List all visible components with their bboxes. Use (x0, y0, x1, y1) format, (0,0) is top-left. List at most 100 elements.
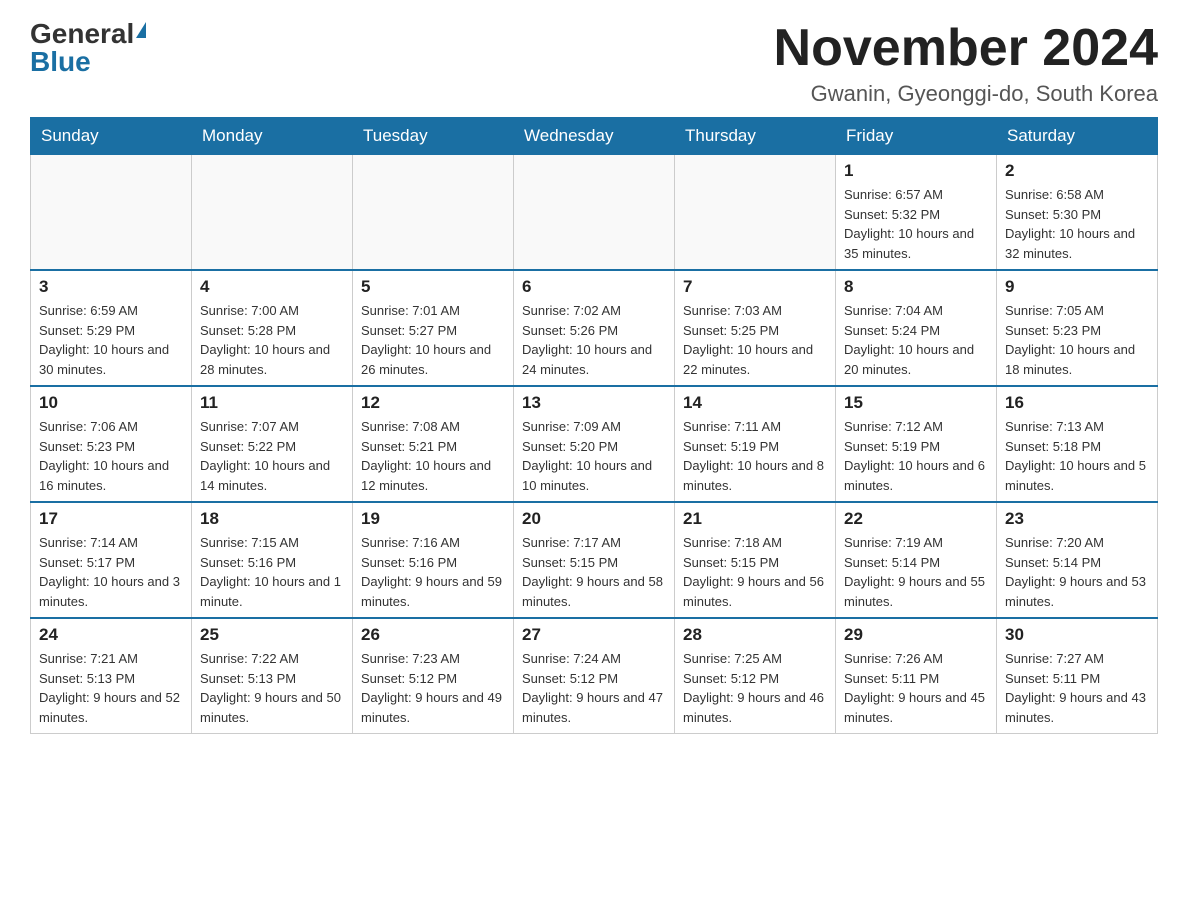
day-number: 26 (361, 625, 505, 645)
calendar-cell (675, 155, 836, 271)
day-number: 8 (844, 277, 988, 297)
calendar-cell: 24Sunrise: 7:21 AMSunset: 5:13 PMDayligh… (31, 618, 192, 734)
day-info: Sunrise: 7:20 AMSunset: 5:14 PMDaylight:… (1005, 533, 1149, 611)
calendar-cell: 18 Sunrise: 7:15 AMSunset: 5:16 PMDayligh… (192, 502, 353, 618)
day-number: 29 (844, 625, 988, 645)
day-number: 20 (522, 509, 666, 529)
calendar-cell (192, 155, 353, 271)
day-info: Sunrise: 6:57 AMSunset: 5:32 PMDaylight:… (844, 185, 988, 263)
logo-general-text: General (30, 20, 134, 48)
day-number: 30 (1005, 625, 1149, 645)
weekday-header-monday: Monday (192, 118, 353, 155)
day-number: 13 (522, 393, 666, 413)
calendar-cell: 29 Sunrise: 7:26 AMSunset: 5:11 PMDayligh… (836, 618, 997, 734)
day-number: 12 (361, 393, 505, 413)
day-number: 10 (39, 393, 183, 413)
calendar-week-row: 10Sunrise: 7:06 AMSunset: 5:23 PMDayligh… (31, 386, 1158, 502)
day-number: 17 (39, 509, 183, 529)
calendar-cell: 20 Sunrise: 7:17 AMSunset: 5:15 PMDayligh… (514, 502, 675, 618)
calendar-cell: 9 Sunrise: 7:05 AMSunset: 5:23 PMDaylight… (997, 270, 1158, 386)
day-info: Sunrise: 6:59 AMSunset: 5:29 PMDaylight:… (39, 301, 183, 379)
calendar-week-row: 3 Sunrise: 6:59 AMSunset: 5:29 PMDaylight… (31, 270, 1158, 386)
day-number: 6 (522, 277, 666, 297)
weekday-header-row: SundayMondayTuesdayWednesdayThursdayFrid… (31, 118, 1158, 155)
calendar-cell: 22Sunrise: 7:19 AMSunset: 5:14 PMDayligh… (836, 502, 997, 618)
day-number: 25 (200, 625, 344, 645)
day-number: 18 (200, 509, 344, 529)
calendar-cell: 30 Sunrise: 7:27 AMSunset: 5:11 PMDayligh… (997, 618, 1158, 734)
day-number: 14 (683, 393, 827, 413)
weekday-header-tuesday: Tuesday (353, 118, 514, 155)
calendar-cell: 13Sunrise: 7:09 AMSunset: 5:20 PMDayligh… (514, 386, 675, 502)
day-info: Sunrise: 7:05 AMSunset: 5:23 PMDaylight:… (1005, 301, 1149, 379)
calendar-cell: 2 Sunrise: 6:58 AMSunset: 5:30 PMDaylight… (997, 155, 1158, 271)
calendar-cell: 28 Sunrise: 7:25 AMSunset: 5:12 PMDayligh… (675, 618, 836, 734)
calendar-table: SundayMondayTuesdayWednesdayThursdayFrid… (30, 117, 1158, 734)
month-title: November 2024 (774, 20, 1158, 77)
day-info: Sunrise: 7:04 AMSunset: 5:24 PMDaylight:… (844, 301, 988, 379)
day-info: Sunrise: 7:17 AMSunset: 5:15 PMDaylight:… (522, 533, 666, 611)
calendar-cell (353, 155, 514, 271)
calendar-cell: 10Sunrise: 7:06 AMSunset: 5:23 PMDayligh… (31, 386, 192, 502)
day-info: Sunrise: 7:23 AMSunset: 5:12 PMDaylight:… (361, 649, 505, 727)
weekday-header-friday: Friday (836, 118, 997, 155)
logo-triangle-icon (136, 22, 146, 38)
day-info: Sunrise: 7:12 AMSunset: 5:19 PMDaylight:… (844, 417, 988, 495)
calendar-cell: 14 Sunrise: 7:11 AMSunset: 5:19 PMDayligh… (675, 386, 836, 502)
day-info: Sunrise: 7:14 AMSunset: 5:17 PMDaylight:… (39, 533, 183, 611)
calendar-cell: 23 Sunrise: 7:20 AMSunset: 5:14 PMDayligh… (997, 502, 1158, 618)
day-info: Sunrise: 7:00 AMSunset: 5:28 PMDaylight:… (200, 301, 344, 379)
calendar-cell: 5Sunrise: 7:01 AMSunset: 5:27 PMDaylight… (353, 270, 514, 386)
weekday-header-thursday: Thursday (675, 118, 836, 155)
calendar-cell: 15Sunrise: 7:12 AMSunset: 5:19 PMDayligh… (836, 386, 997, 502)
logo-blue-text: Blue (30, 48, 91, 76)
day-info: Sunrise: 6:58 AMSunset: 5:30 PMDaylight:… (1005, 185, 1149, 263)
location-title: Gwanin, Gyeonggi-do, South Korea (774, 81, 1158, 107)
day-info: Sunrise: 7:27 AMSunset: 5:11 PMDaylight:… (1005, 649, 1149, 727)
calendar-cell: 11Sunrise: 7:07 AMSunset: 5:22 PMDayligh… (192, 386, 353, 502)
day-info: Sunrise: 7:01 AMSunset: 5:27 PMDaylight:… (361, 301, 505, 379)
day-info: Sunrise: 7:16 AMSunset: 5:16 PMDaylight:… (361, 533, 505, 611)
day-info: Sunrise: 7:15 AMSunset: 5:16 PMDaylight:… (200, 533, 344, 611)
day-info: Sunrise: 7:25 AMSunset: 5:12 PMDaylight:… (683, 649, 827, 727)
weekday-header-sunday: Sunday (31, 118, 192, 155)
day-info: Sunrise: 7:11 AMSunset: 5:19 PMDaylight:… (683, 417, 827, 495)
day-info: Sunrise: 7:26 AMSunset: 5:11 PMDaylight:… (844, 649, 988, 727)
day-number: 16 (1005, 393, 1149, 413)
day-number: 27 (522, 625, 666, 645)
calendar-cell: 12 Sunrise: 7:08 AMSunset: 5:21 PMDayligh… (353, 386, 514, 502)
day-number: 23 (1005, 509, 1149, 529)
day-info: Sunrise: 7:02 AMSunset: 5:26 PMDaylight:… (522, 301, 666, 379)
calendar-cell: 7Sunrise: 7:03 AMSunset: 5:25 PMDaylight… (675, 270, 836, 386)
day-number: 2 (1005, 161, 1149, 181)
day-number: 11 (200, 393, 344, 413)
day-info: Sunrise: 7:24 AMSunset: 5:12 PMDaylight:… (522, 649, 666, 727)
day-number: 9 (1005, 277, 1149, 297)
calendar-cell: 19 Sunrise: 7:16 AMSunset: 5:16 PMDayligh… (353, 502, 514, 618)
calendar-cell: 16 Sunrise: 7:13 AMSunset: 5:18 PMDayligh… (997, 386, 1158, 502)
day-number: 28 (683, 625, 827, 645)
day-info: Sunrise: 7:21 AMSunset: 5:13 PMDaylight:… (39, 649, 183, 727)
day-info: Sunrise: 7:08 AMSunset: 5:21 PMDaylight:… (361, 417, 505, 495)
calendar-cell: 21Sunrise: 7:18 AMSunset: 5:15 PMDayligh… (675, 502, 836, 618)
weekday-header-saturday: Saturday (997, 118, 1158, 155)
day-number: 4 (200, 277, 344, 297)
calendar-cell (31, 155, 192, 271)
day-info: Sunrise: 7:22 AMSunset: 5:13 PMDaylight:… (200, 649, 344, 727)
logo: General Blue (30, 20, 146, 76)
calendar-cell: 4 Sunrise: 7:00 AMSunset: 5:28 PMDaylight… (192, 270, 353, 386)
calendar-cell: 26 Sunrise: 7:23 AMSunset: 5:12 PMDayligh… (353, 618, 514, 734)
day-number: 1 (844, 161, 988, 181)
day-info: Sunrise: 7:13 AMSunset: 5:18 PMDaylight:… (1005, 417, 1149, 495)
calendar-cell (514, 155, 675, 271)
calendar-week-row: 24Sunrise: 7:21 AMSunset: 5:13 PMDayligh… (31, 618, 1158, 734)
calendar-cell: 17 Sunrise: 7:14 AMSunset: 5:17 PMDayligh… (31, 502, 192, 618)
title-section: November 2024 Gwanin, Gyeonggi-do, South… (774, 20, 1158, 107)
day-number: 3 (39, 277, 183, 297)
day-number: 19 (361, 509, 505, 529)
calendar-cell: 27 Sunrise: 7:24 AMSunset: 5:12 PMDayligh… (514, 618, 675, 734)
calendar-cell: 1 Sunrise: 6:57 AMSunset: 5:32 PMDaylight… (836, 155, 997, 271)
calendar-cell: 25 Sunrise: 7:22 AMSunset: 5:13 PMDayligh… (192, 618, 353, 734)
day-info: Sunrise: 7:03 AMSunset: 5:25 PMDaylight:… (683, 301, 827, 379)
calendar-cell: 3 Sunrise: 6:59 AMSunset: 5:29 PMDaylight… (31, 270, 192, 386)
